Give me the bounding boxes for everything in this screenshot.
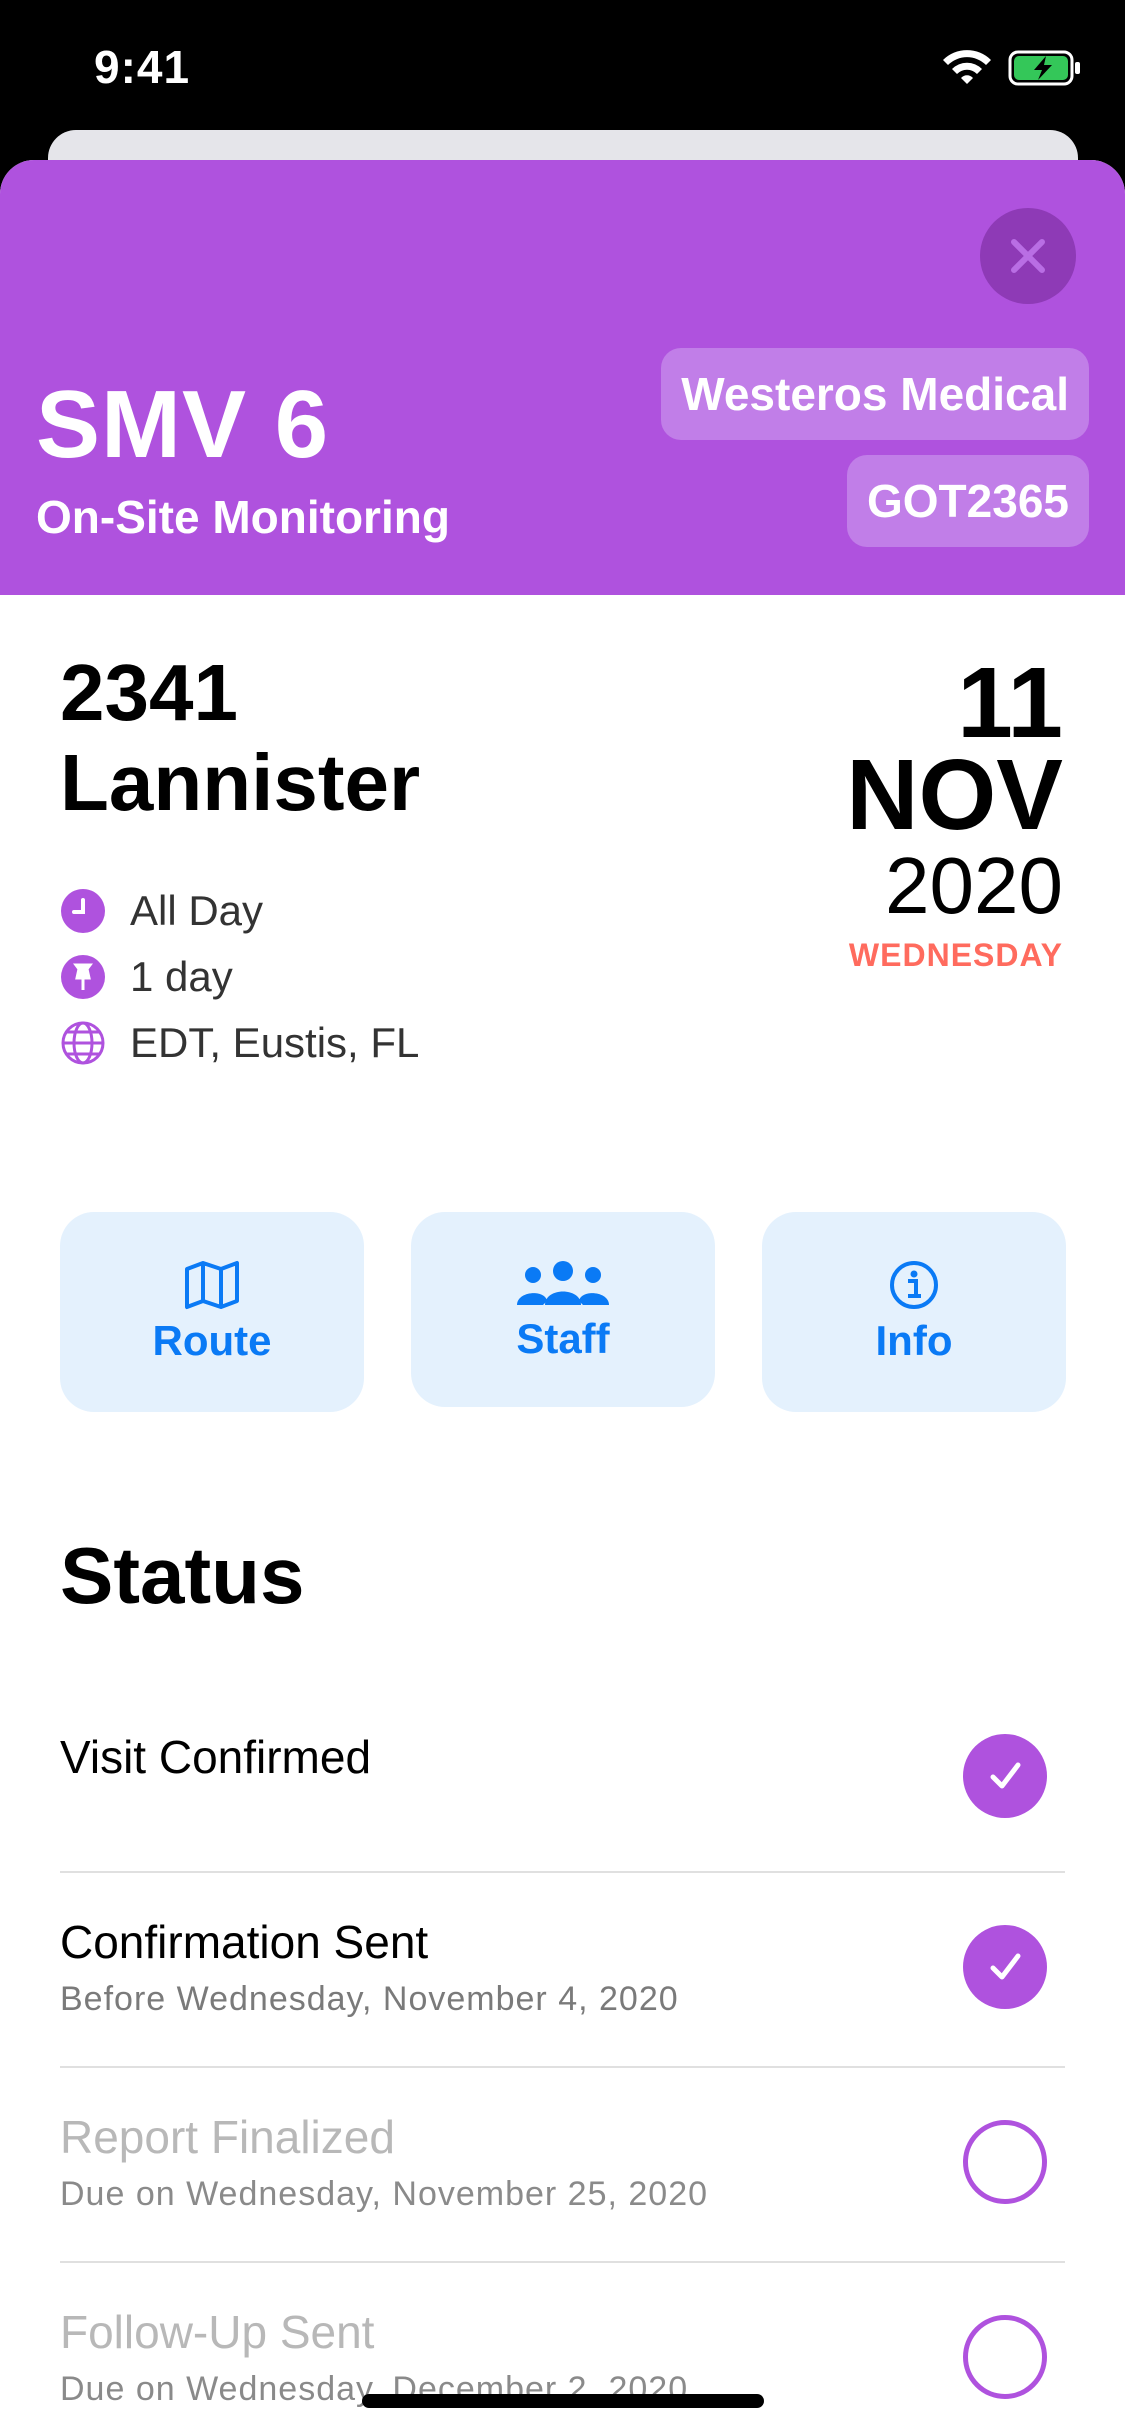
status-item-due: Due on Wednesday, November 25, 2020 — [60, 2175, 709, 2213]
staff-button[interactable]: Staff — [411, 1212, 715, 1407]
route-button[interactable]: Route — [60, 1212, 364, 1412]
date-weekday: WEDNESDAY — [848, 937, 1063, 973]
status-item-name: Report Finalized — [60, 2111, 395, 2163]
status-unchecked[interactable] — [963, 2315, 1047, 2399]
people-icon — [517, 1260, 609, 1305]
visit-header: SMV 6 On-Site Monitoring Westeros Medica… — [0, 160, 1125, 595]
home-indicator[interactable] — [362, 2394, 764, 2408]
status-checked[interactable] — [963, 1925, 1047, 2009]
wifi-icon — [943, 50, 991, 84]
status-item-name: Visit Confirmed — [60, 1731, 372, 1783]
visit-details: 2341 Lannister All Day 1 day EDT, Eustis… — [0, 595, 1125, 1155]
status-item[interactable]: Report Finalized Due on Wednesday, Novem… — [60, 2070, 1065, 2263]
status-bar: 9:41 — [0, 0, 1125, 132]
visit-location-row: EDT, Eustis, FL — [60, 1019, 419, 1067]
checkmark-icon — [990, 1762, 1021, 1789]
visit-duration-row: 1 day — [60, 953, 233, 1001]
site-name: Lannister — [60, 738, 421, 827]
status-item[interactable]: Confirmation Sent Before Wednesday, Nove… — [60, 1875, 1065, 2068]
visit-time-row: All Day — [60, 887, 263, 935]
pin-icon — [60, 954, 106, 1000]
date-year: 2020 — [885, 841, 1063, 930]
battery-icon — [1008, 50, 1080, 86]
status-item-name: Follow-Up Sent — [60, 2306, 375, 2358]
visit-duration-text: 1 day — [130, 953, 233, 1000]
status-time: 9:41 — [94, 41, 191, 93]
date-month: NOV — [846, 739, 1063, 851]
info-button[interactable]: Info — [762, 1212, 1066, 1412]
globe-icon — [60, 1020, 106, 1066]
checkmark-icon — [990, 1953, 1021, 1980]
visit-title: SMV 6 — [36, 371, 330, 478]
date-day: 11 — [957, 647, 1063, 759]
close-icon — [1011, 239, 1045, 273]
action-bar: Route Staff Info — [0, 1212, 1125, 1422]
visit-location-text: EDT, Eustis, FL — [130, 1019, 420, 1066]
site-number: 2341 — [60, 648, 238, 737]
status-item-name: Confirmation Sent — [60, 1916, 429, 1968]
study-code-tag: GOT2365 — [847, 455, 1089, 547]
info-icon — [890, 1261, 938, 1309]
staff-label: Staff — [516, 1314, 610, 1362]
status-item[interactable]: Follow-Up Sent Due on Wednesday, Decembe… — [60, 2265, 1065, 2436]
route-label: Route — [152, 1317, 272, 1364]
info-label: Info — [875, 1317, 953, 1364]
visit-subtitle: On-Site Monitoring — [36, 491, 450, 543]
status-item-due: Before Wednesday, November 4, 2020 — [60, 1980, 679, 2018]
clock-icon — [60, 888, 106, 934]
visit-time-text: All Day — [130, 887, 264, 934]
status-checked[interactable] — [963, 1734, 1047, 1818]
organization-tag: Westeros Medical — [661, 348, 1089, 440]
close-button[interactable] — [980, 208, 1076, 304]
map-icon — [185, 1261, 239, 1309]
visit-date: 11 NOV 2020 WEDNESDAY — [846, 647, 1063, 974]
status-unchecked[interactable] — [963, 2120, 1047, 2204]
status-heading: Status — [60, 1531, 305, 1620]
status-item[interactable]: Visit Confirmed — [60, 1680, 1065, 1873]
